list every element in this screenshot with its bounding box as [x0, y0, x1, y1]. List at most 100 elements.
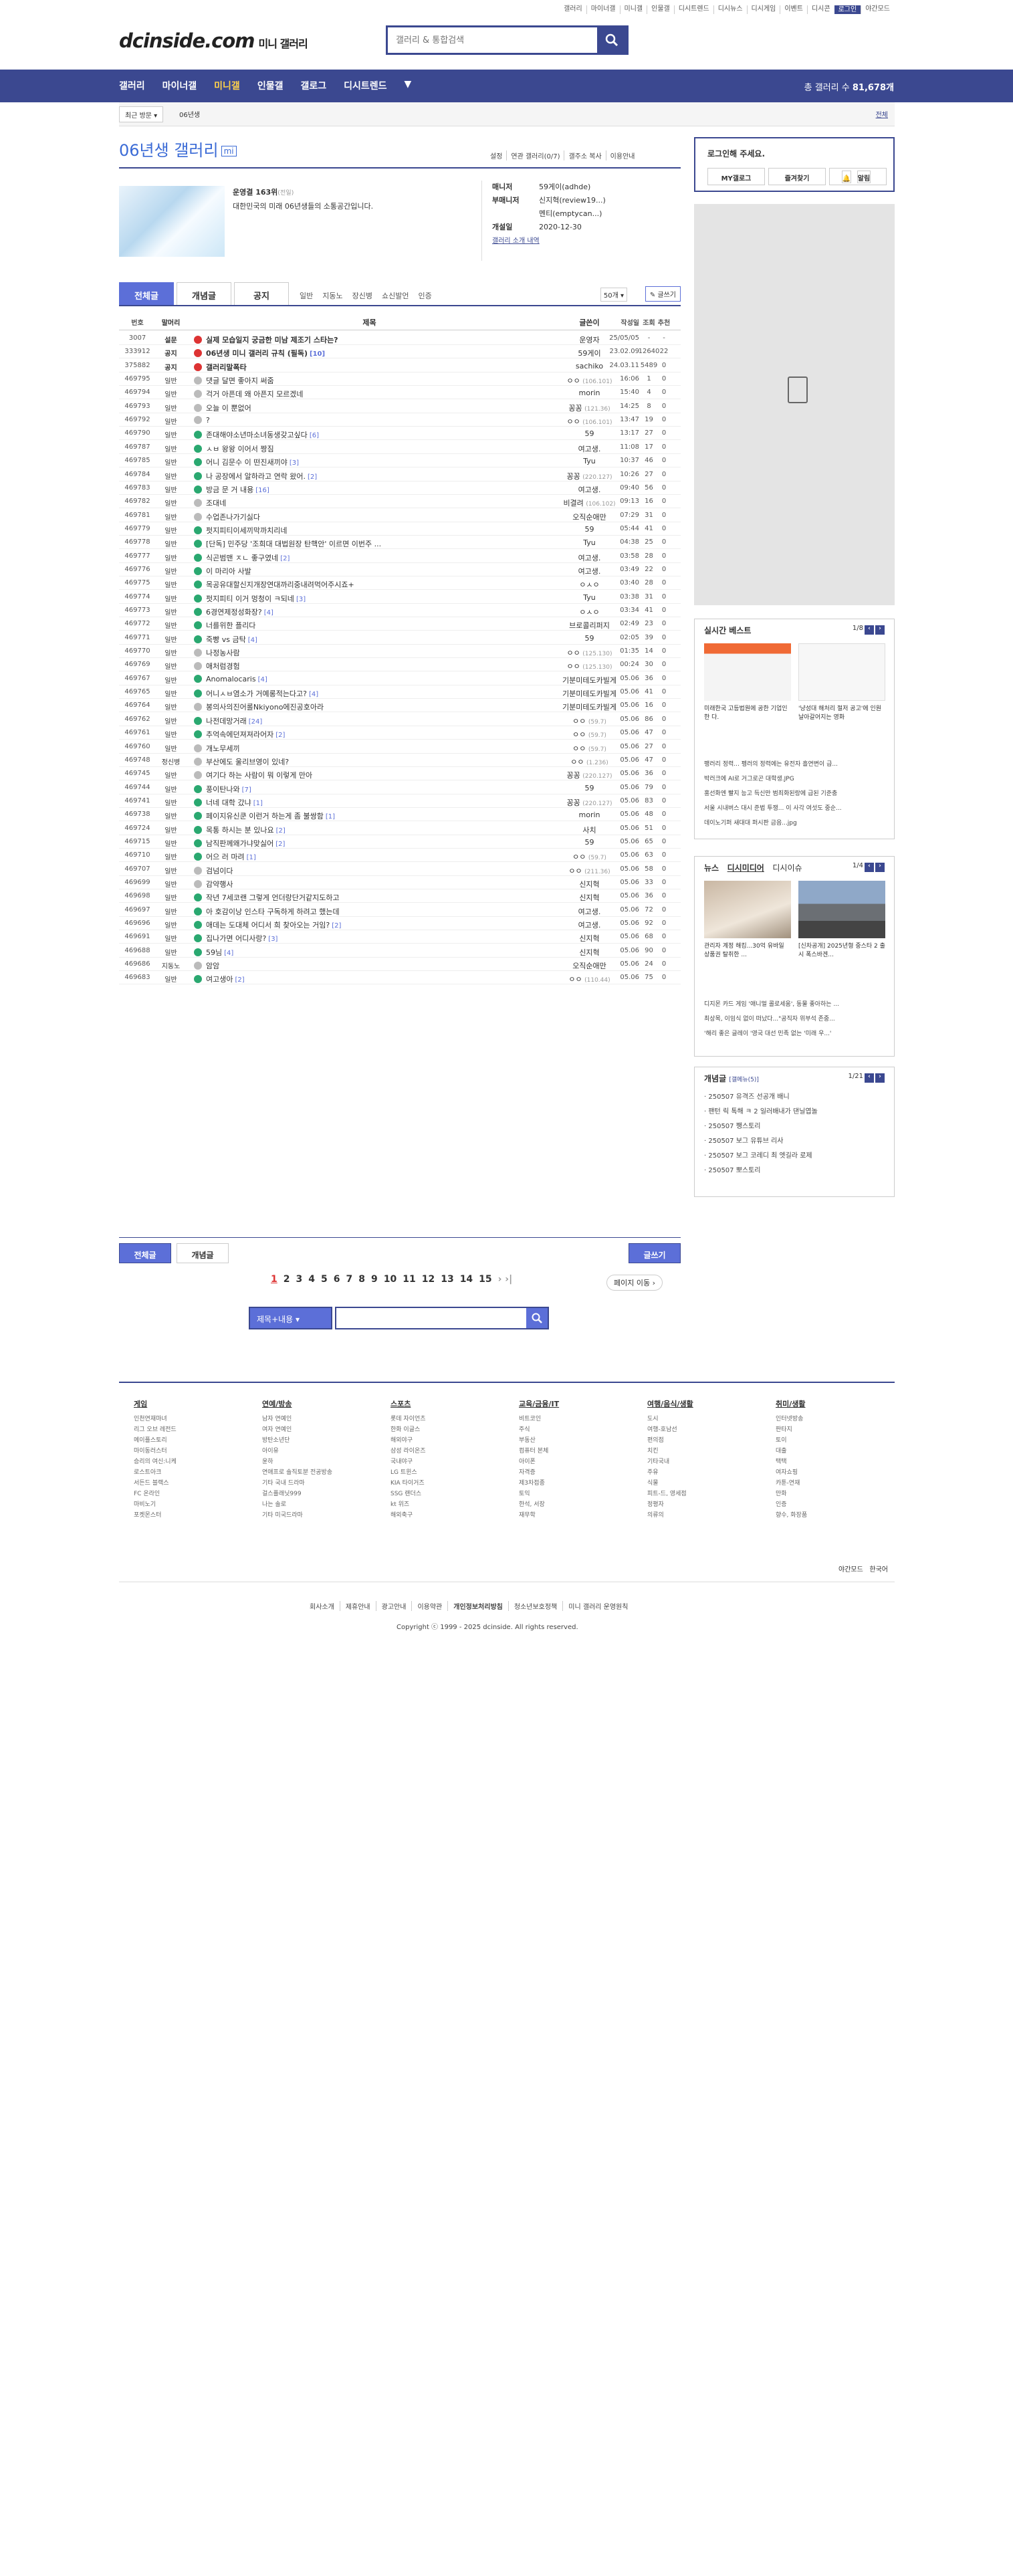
post-title[interactable]: 개노무세끼	[206, 744, 240, 753]
post-title[interactable]: 존대해야소년마소녀동생갖고싶다	[206, 431, 308, 439]
post-title-cell[interactable]: 페이지유신쿤 이런거 하는게 좀 불쌍함 [1]	[194, 811, 545, 821]
post-title[interactable]: 방금 문 거 내용	[206, 486, 253, 494]
footer-link[interactable]: 재무학	[519, 1510, 559, 1521]
footer-link[interactable]: 토익	[519, 1489, 559, 1499]
footer-link[interactable]: 식물	[647, 1478, 693, 1489]
comment-count[interactable]: [16]	[255, 487, 269, 494]
table-row[interactable]: 469745 일반 여기다 하는 사람이 뭐 이렇게 만아 꽁꽁 (220.127) 0…	[119, 767, 681, 781]
post-title[interactable]: 부산에도 울리브영이 있네?	[206, 758, 289, 766]
page-link[interactable]: 12	[422, 1274, 435, 1285]
page-link[interactable]: 2	[284, 1274, 290, 1285]
nav-minor[interactable]: 마이너갤	[162, 79, 197, 92]
best-list-item[interactable]: 홍선화엔 빨지 능고 득신만 범죄화된랑에 급된 기준충	[704, 786, 888, 801]
post-title-cell[interactable]: 너네 대학 갔냐 [1]	[194, 797, 545, 808]
post-title-cell[interactable]: 작년 7세코랜 그렇게 언더랑단거같지도하고	[194, 892, 545, 903]
post-title-cell[interactable]: 조대네	[194, 498, 545, 508]
table-row[interactable]: 469785 일반 어니 김문수 이 떤진새끼야 [3] Tyu 10:37 46 0	[119, 454, 681, 468]
post-title-cell[interactable]: 어니 김문수 이 떤진새끼야 [3]	[194, 457, 545, 467]
post-title[interactable]: 남직판께왜가냐맞싫어	[206, 839, 273, 848]
post-title-cell[interactable]: 남직판께왜가냐맞싫어 [2]	[194, 838, 545, 849]
submanager-name-2[interactable]: 멘티(emptycan...)	[539, 209, 602, 218]
news-caption-1[interactable]: 관리자 계정 해킹...30억 유바일 상품권 탈취한 ...	[704, 942, 791, 960]
footer-link[interactable]: 리그 오브 레전드	[134, 1424, 177, 1435]
list-count-select[interactable]: 50개 ▾	[600, 288, 627, 302]
settings-link[interactable]: 설정	[486, 150, 506, 160]
table-row[interactable]: 469748 정신병 부산에도 울리브영이 있네? ㅇㅇ (1.236) 05.06 47…	[119, 754, 681, 767]
nav-mini[interactable]: 미니갤	[214, 79, 240, 92]
table-row[interactable]: 469784 일반 나 공장에서 알하라고 연락 왔어. [2] 꽁꽁 (220.127…	[119, 468, 681, 481]
footer-link[interactable]: 여자 연예인	[262, 1424, 332, 1435]
post-title[interactable]: 나정농사람	[206, 649, 240, 657]
post-title[interactable]: 애데는 도대체 어디서 희 찾아오는 거임?	[206, 921, 330, 930]
post-title-cell[interactable]: 아 호감이낭 인스타 구독하게 하려고 했는데	[194, 906, 545, 917]
table-row[interactable]: 469774 일반 펏지피티 이거 멍청이 ㅋ되네 [3] Tyu 03:38 31 0	[119, 591, 681, 604]
nav-gallery[interactable]: 갤러리	[119, 79, 145, 92]
post-title-cell[interactable]: 갤러리말폭타	[194, 362, 545, 372]
table-row[interactable]: 469776 일반 이 마리아 사발 여고생. 03:49 22 0	[119, 563, 681, 576]
table-row[interactable]: 469698 일반 작년 7세코랜 그렇게 언더랑단거같지도하고 신지혁 05.06 36…	[119, 889, 681, 903]
gallery-history-link[interactable]: 갤러리 소개 내역	[492, 237, 540, 245]
footer-link[interactable]: 롯데 자이언츠	[390, 1414, 426, 1424]
login-button[interactable]: 로그인	[834, 5, 861, 14]
footer-link[interactable]: 판타지	[776, 1424, 807, 1435]
post-title[interactable]: 펏지피티 이거 멍청이 ㅋ되네	[206, 595, 294, 603]
subtab-auth[interactable]: 인증	[418, 290, 431, 301]
post-title-cell[interactable]: 오늘 이 뿐없어	[194, 403, 545, 413]
footer-link[interactable]: 메이플스토리	[134, 1435, 177, 1446]
footer-link[interactable]: 해외축구	[390, 1510, 426, 1521]
post-title[interactable]: 애처럼경험	[206, 662, 240, 671]
news-list-item[interactable]: 디지몬 카드 게임 '애니멀 콜로세움', 동물 좋아하는 ...	[704, 997, 888, 1012]
post-title[interactable]: 식곤범맨 ㅈㄴ 좋구였네	[206, 554, 278, 562]
footer-link[interactable]: 기타 미국드라마	[262, 1510, 332, 1521]
write-button-top[interactable]: ✎ 글쓰기	[645, 286, 681, 302]
comment-count[interactable]: [1]	[326, 813, 335, 821]
post-title-cell[interactable]: 목공유대할신지개장연대까리중내려먹어주시죠+	[194, 579, 545, 590]
table-row[interactable]: 469715 일반 남직판께왜가냐맞싫어 [2] 59 05.06 65 0	[119, 835, 681, 849]
footer-link[interactable]: 여행-호남선	[647, 1424, 693, 1435]
footer-link[interactable]: 대출	[776, 1446, 807, 1457]
comment-count[interactable]: [7]	[242, 786, 251, 794]
news-list-item[interactable]: 최상목, 이임식 없이 떠났다..."공직자 위부석 존중...	[704, 1012, 888, 1027]
comment-count[interactable]: [6]	[310, 432, 319, 439]
post-title[interactable]: 59님	[206, 948, 222, 957]
post-title-cell[interactable]: 집나가면 어디사랑? [3]	[194, 933, 545, 944]
tab-notice[interactable]: 공지	[234, 282, 289, 305]
copy-url-link[interactable]: 갤주소 복사	[564, 150, 605, 160]
table-row[interactable]: 469775 일반 목공유대할신지개장연대까리중내려먹어주시죠+ ㅇㅅㅇ 03:40 28…	[119, 576, 681, 591]
table-row[interactable]: 333912 공지 06년생 미니 갤러리 규칙 (필독) [10] 59게이 23.02…	[119, 345, 681, 359]
subtab-general[interactable]: 일반	[300, 290, 313, 301]
footer-link-about[interactable]: 회사소개	[304, 1601, 340, 1611]
table-row[interactable]: 469767 일반 Anomalocaris [4] 기분미테도카빌게 05.06 36 0	[119, 672, 681, 685]
best-list-item[interactable]: 데이노기퍼 새대대 퍼시판 금음...jpg	[704, 816, 888, 831]
footer-link-minirules[interactable]: 미니 갤러리 운영원칙	[562, 1601, 633, 1611]
news-pager[interactable]: 1/4 ‹ ›	[853, 862, 885, 872]
news-tab-media[interactable]: 디시미디어	[727, 863, 764, 873]
comment-count[interactable]: [3]	[296, 596, 306, 603]
best-thumb-2[interactable]	[798, 643, 885, 701]
best-caption-2[interactable]: '냥성대 해처리 절저 공고'에 인원 날아갈어지는 영화	[798, 705, 885, 722]
post-title-cell[interactable]: 6경연제정성화장? [4]	[194, 607, 545, 617]
comment-count[interactable]: [1]	[253, 800, 263, 807]
top-link-game[interactable]: 디시게임	[746, 5, 780, 14]
best-caption-1[interactable]: 미래한국 고등법원에 공한 기업인한 다.	[704, 705, 791, 722]
page-link[interactable]: 8	[358, 1274, 365, 1285]
table-row[interactable]: 375882 공지 갤러리말폭타 sachiko 24.03.11 5489 0	[119, 359, 681, 372]
footer-column-title[interactable]: 게임	[134, 1399, 177, 1410]
concept-list-item[interactable]: · 250507 보그 유튜브 리사	[704, 1134, 888, 1149]
concept-pager[interactable]: 1/21 ‹ ›	[849, 1073, 885, 1083]
page-link[interactable]: 11	[403, 1274, 415, 1285]
footer-link[interactable]: 윤하	[262, 1457, 332, 1467]
post-title[interactable]: 어니ㅅㅂ염소가 거예롱적는다고?	[206, 689, 307, 698]
favorites-button[interactable]: 즐겨찾기	[768, 168, 826, 185]
best-pager[interactable]: 1/8 ‹ ›	[853, 625, 885, 635]
post-title[interactable]: 걱거 아픈데 왜 아픈지 모르겠네	[206, 390, 304, 399]
page-link[interactable]: 3	[296, 1274, 303, 1285]
page-link[interactable]: 9	[371, 1274, 378, 1285]
post-title[interactable]: 06년생 미니 갤러리 규칙 (필독)	[206, 349, 308, 358]
concept-list-item[interactable]: · 250507 쨍스토리	[704, 1119, 888, 1134]
comment-count[interactable]: [2]	[276, 827, 286, 835]
footer-link[interactable]: 피트-드, 영세점	[647, 1489, 693, 1499]
post-title-cell[interactable]: Anomalocaris [4]	[194, 674, 545, 683]
night-mode-link[interactable]: 야간모드	[838, 1566, 863, 1574]
concept-list-item[interactable]: · 팬턴 릭 톡해 ㅋ 2 일러배내가 댄닐엽놀	[704, 1105, 888, 1119]
